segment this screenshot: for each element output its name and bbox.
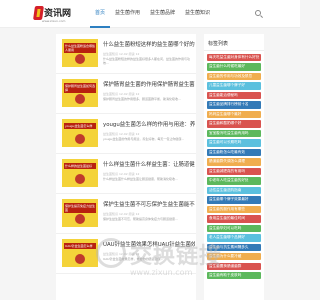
tag-link[interactable]: 儿童益生菌哪个牌子好 (207, 82, 261, 90)
tag-link[interactable]: 益生菌哪个牌子效果最好 (207, 196, 261, 204)
tag-link[interactable]: 活性益生菌选购指南 (207, 186, 261, 195)
watermark-url: www.zixun.com (130, 268, 193, 277)
article-meta: 益生菌知识 12-02 阅读 12 (103, 172, 140, 176)
article-meta: 益生菌知识 12-02 阅读 12 (103, 132, 140, 136)
tag-link[interactable]: 益生菌的作用与功效及禁忌 (207, 72, 261, 81)
article-excerpt: 什么益生菌粉短这样的益生菌好很多人都在问，益生菌的作用与功效... (103, 57, 191, 65)
article-item[interactable]: 什么样的益生菌最好 什么样益生菌什么样益生菌：让肠道健康的不二选择益生菌知识 12… (56, 154, 196, 194)
search-icon[interactable] (254, 9, 264, 19)
site-logo[interactable]: 资讯网 www.zixun.com (33, 4, 71, 24)
thumbnail-caption: 什么益生菌粉适合哪些人服用 (64, 43, 96, 53)
tag-link[interactable]: 益生菌和酸奶哪个好 (207, 120, 261, 128)
article-title[interactable]: 什么样益生菌什么样益生菌：让肠道健康的不二选择 (103, 160, 195, 168)
thumbnail-logo-icon (75, 54, 85, 64)
nav-item-function[interactable]: 益生菌作用 (110, 0, 145, 28)
thumbnail-logo-icon (75, 254, 85, 264)
article-thumbnail[interactable]: 什么样的益生菌最好 (62, 159, 98, 187)
nav-item-knowledge[interactable]: 益生菌知识 (180, 0, 215, 28)
article-title[interactable]: 保护生益生菌不可忘保护生益生菌能不能：帮助 (103, 200, 195, 208)
thumbnail-logo-icon (75, 134, 85, 144)
article-meta: 益生菌知识 12-02 阅读 12 (103, 92, 140, 96)
tag-link[interactable]: 每天吃益生菌对身体有什么好处 (207, 54, 261, 62)
tag-link[interactable]: 益生菌能治便秘吗 (207, 91, 261, 100)
logo-subtext: www.zixun.com (42, 19, 66, 23)
tag-link[interactable]: 益生菌什么时候吃最好 (207, 63, 261, 71)
article-item[interactable]: 保护肠胃益生菌如何选择保护肠胃益生菌的作用保护肠胃益生菌的详细说明益生菌知识 1… (56, 74, 196, 114)
article-meta: 益生菌知识 12-02 阅读 12 (103, 52, 140, 56)
article-title[interactable]: 什么益生菌粉短这样的益生菌哪个好的：什么 (103, 40, 195, 48)
thumbnail-caption: yougu益生菌怎么样 (64, 123, 96, 129)
thumbnail-caption: 什么样的益生菌最好 (64, 163, 96, 169)
thumbnail-logo-icon (75, 94, 85, 104)
thumbnail-caption: UAU针益生菌怎么样 (64, 243, 96, 249)
nav-item-brand[interactable]: 益生菌品牌 (145, 0, 180, 28)
article-thumbnail[interactable]: UAU针益生菌怎么样 (62, 239, 98, 267)
tag-link[interactable]: 中老年人吃益生菌的好处 (207, 177, 261, 185)
tag-link[interactable]: 益生菌粉怎么吃最有效 (207, 148, 261, 157)
tag-link[interactable]: 宝宝腹泻吃益生菌有用吗 (207, 129, 261, 138)
article-thumbnail[interactable]: 保护肠胃益生菌如何选择 (62, 79, 98, 107)
main-nav: 首页 益生菌作用 益生菌品牌 益生菌知识 (90, 0, 215, 28)
thumbnail-logo-icon (75, 214, 85, 224)
tag-link[interactable]: 益生菌可以长期吃吗 (207, 139, 261, 147)
article-excerpt: 保护肠胃益生菌的作用很多，肠道菌群平衡，助消化吸收... (103, 97, 181, 101)
nav-item-home[interactable]: 首页 (90, 0, 111, 28)
article-meta: 益生菌知识 12-02 阅读 12 (103, 212, 140, 216)
tag-link[interactable]: 肠道菌群失调怎么调理 (207, 158, 261, 166)
thumbnail-caption: 保护肠胃益生菌如何选择 (64, 83, 96, 93)
watermark-logo-icon (96, 238, 126, 268)
tag-link[interactable]: 益生菌的副作用有哪些 (207, 205, 261, 214)
tag-link[interactable]: 益生菌减肥真的有用吗 (207, 167, 261, 176)
thumbnail-caption: 保护生提高免疫力益生菌 (64, 203, 96, 213)
tag-link[interactable]: 妈妈益生菌哪个最好 (207, 110, 261, 119)
tag-link[interactable]: 益生菌品牌排行榜前十名 (207, 101, 261, 109)
article-title[interactable]: yougu益生菌怎么样的作用与用途：养生好物，益生菌让你健 (103, 120, 195, 128)
article-thumbnail[interactable]: yougu益生菌怎么样 (62, 119, 98, 147)
article-item[interactable]: yougu益生菌怎么样 yougu益生菌怎么样的作用与用途：养生好物，益生菌让你健… (56, 114, 196, 154)
logo-mark (33, 6, 44, 20)
watermark: 交换链接 www.zixun.com (96, 222, 221, 292)
watermark-text: 交换链接 (130, 244, 223, 269)
sidebar-title: 标签列表 (204, 34, 264, 51)
article-item[interactable]: 什么益生菌粉适合哪些人服用什么益生菌粉短这样的益生菌哪个好的：什么益生菌知识 1… (56, 34, 196, 74)
site-header: 资讯网 www.zixun.com 首页 益生菌作用 益生菌品牌 益生菌知识 (0, 0, 300, 28)
logo-text: 资讯网 (44, 9, 72, 19)
article-thumbnail[interactable]: 什么益生菌粉适合哪些人服用 (62, 39, 98, 67)
article-excerpt: yougu益生菌的作用与用途，养生好物，每天一包让你健康... (103, 137, 185, 141)
thumbnail-logo-icon (75, 174, 85, 184)
article-thumbnail[interactable]: 保护生提高免疫力益生菌 (62, 199, 98, 227)
article-excerpt: 什么样益生菌什么样益生菌让肠道健康，帮助消化吸收... (103, 177, 178, 181)
article-title[interactable]: 保护肠胃益生菌的作用保护肠胃益生菌的详细说明 (103, 80, 195, 88)
